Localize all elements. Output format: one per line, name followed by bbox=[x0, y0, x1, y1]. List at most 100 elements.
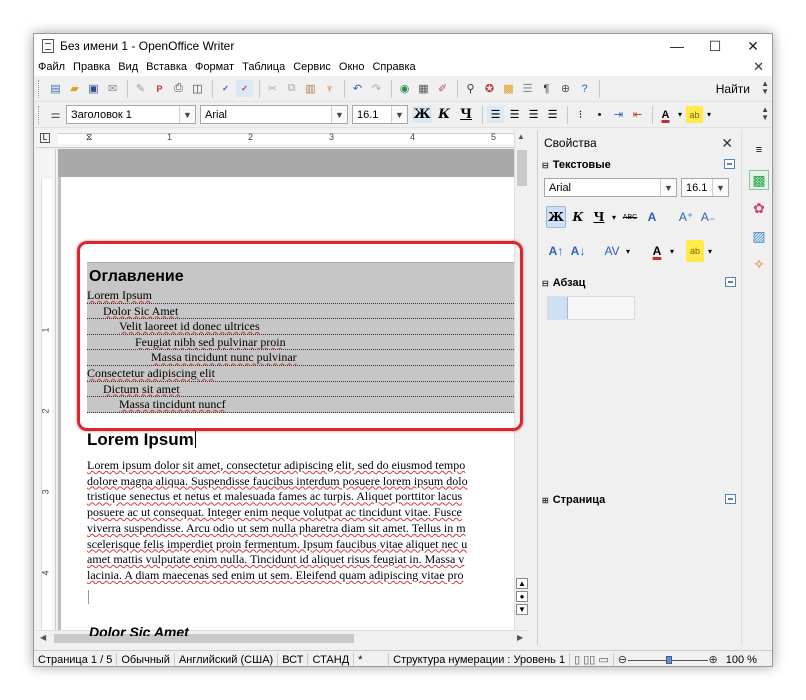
paste-icon[interactable]: ▥ bbox=[302, 80, 319, 97]
decrease-indent-icon[interactable]: ⇤ bbox=[629, 106, 646, 123]
grow-font-icon[interactable]: A↑ bbox=[546, 240, 566, 262]
selection-mode[interactable]: СТАНД bbox=[308, 652, 355, 666]
table-icon[interactable]: ▦ bbox=[415, 80, 432, 97]
bullets-icon[interactable]: • bbox=[591, 106, 608, 123]
paragraph-panel-header[interactable]: ⊟ Абзац bbox=[538, 274, 742, 292]
bold-button[interactable]: Ж bbox=[412, 106, 432, 123]
subscript-icon[interactable]: A₋ bbox=[698, 206, 718, 228]
insert-mode[interactable]: ВСТ bbox=[278, 652, 309, 666]
spellcheck-icon[interactable]: ✓ bbox=[217, 80, 234, 97]
vertical-ruler[interactable]: 1 2 3 4 bbox=[36, 149, 56, 630]
spacing-dropdown-icon[interactable]: ▾ bbox=[624, 240, 632, 262]
chevron-down-icon[interactable]: ▼ bbox=[179, 106, 195, 123]
styles-icon[interactable]: ⚌ bbox=[47, 106, 64, 123]
sidebar-menu-icon[interactable]: ≡ bbox=[749, 140, 769, 160]
vertical-scrollbar[interactable]: ▲ ▲ ● ▼ bbox=[514, 130, 529, 630]
toc-entry[interactable]: Massa tincidunt nunc pulvinar bbox=[87, 350, 514, 366]
close-icon[interactable]: ✕ bbox=[721, 135, 733, 152]
scroll-thumb[interactable] bbox=[517, 150, 527, 186]
toolbar-overflow-icon[interactable]: ▲ ▼ bbox=[761, 80, 769, 96]
page-count[interactable]: Страница 1 / 5 bbox=[34, 652, 118, 666]
chevron-down-icon[interactable]: ▼ bbox=[712, 179, 728, 196]
more-options-icon[interactable] bbox=[724, 159, 735, 169]
heading-2[interactable]: Dolor Sic Amet bbox=[89, 624, 189, 636]
properties-deck-icon[interactable]: ▩ bbox=[749, 170, 769, 190]
menu-format[interactable]: Формат bbox=[195, 61, 234, 73]
page-style[interactable]: Обычный bbox=[117, 652, 175, 666]
autospellcheck-icon[interactable]: ✓ bbox=[236, 80, 253, 97]
clone-format-icon[interactable]: ♆ bbox=[321, 80, 338, 97]
text-panel-header[interactable]: ⊟ Текстовые bbox=[538, 156, 741, 174]
body-paragraph[interactable]: Lorem ipsum dolor sit amet, consectetur … bbox=[87, 458, 515, 584]
scroll-up-icon[interactable]: ▲ bbox=[517, 132, 525, 141]
zoom-icon[interactable]: ⊕ bbox=[557, 80, 574, 97]
toc-entry[interactable]: Consectetur adipiscing elit bbox=[87, 365, 514, 382]
nonprinting-chars-icon[interactable]: ¶ bbox=[538, 80, 555, 97]
italic-button[interactable]: К bbox=[434, 106, 454, 123]
close-document-icon[interactable]: ✕ bbox=[753, 59, 764, 75]
increase-indent-icon[interactable]: ⇥ bbox=[610, 106, 627, 123]
save-icon[interactable]: ▣ bbox=[85, 80, 102, 97]
table-of-contents[interactable]: Оглавление Lorem Ipsum Dolor Sic Amet Veli… bbox=[87, 251, 514, 413]
menu-table[interactable]: Таблица bbox=[242, 61, 285, 73]
zoom-slider[interactable]: ⊖ ⊕ bbox=[618, 653, 718, 667]
cut-icon[interactable]: ✂ bbox=[264, 80, 281, 97]
align-right-icon[interactable]: ☰ bbox=[525, 106, 542, 123]
shrink-font-icon[interactable]: A↓ bbox=[568, 240, 588, 262]
copy-icon[interactable]: ⧉ bbox=[283, 80, 300, 97]
draw-functions-icon[interactable]: ✐ bbox=[434, 80, 451, 97]
scroll-right-icon[interactable]: ▶ bbox=[517, 633, 523, 642]
toc-entry[interactable]: Feugiat nibh sed pulvinar proin bbox=[87, 334, 514, 351]
numbering-icon[interactable]: ⁝ bbox=[572, 106, 589, 123]
scroll-left-icon[interactable]: ◀ bbox=[40, 633, 46, 642]
gallery-deck-icon[interactable]: ▨ bbox=[749, 226, 769, 246]
shadow-icon[interactable]: A bbox=[642, 206, 662, 228]
highlight-dropdown-icon[interactable]: ▾ bbox=[705, 106, 713, 123]
sidebar-font-name-combo[interactable]: Arial ▼ bbox=[544, 178, 677, 197]
close-button[interactable]: ✕ bbox=[734, 34, 772, 58]
pdf-icon[interactable]: P bbox=[151, 80, 168, 97]
highlight-icon[interactable]: ab bbox=[686, 240, 704, 262]
menu-insert[interactable]: Вставка bbox=[146, 61, 187, 73]
font-name-combo[interactable]: Arial ▼ bbox=[200, 105, 348, 124]
sidebar-bold-button[interactable]: Ж bbox=[546, 206, 566, 228]
find-label[interactable]: Найти bbox=[716, 82, 750, 96]
new-icon[interactable]: ▤ bbox=[47, 80, 64, 97]
highlight-dropdown-icon[interactable]: ▾ bbox=[706, 240, 714, 262]
sidebar-font-size-combo[interactable]: 16.1 ▼ bbox=[681, 178, 729, 197]
collapse-icon[interactable]: ⊟ bbox=[542, 279, 549, 288]
menu-file[interactable]: Файл bbox=[38, 61, 65, 73]
modified-indicator[interactable]: * bbox=[354, 652, 390, 666]
font-size-combo[interactable]: 16.1 ▼ bbox=[352, 105, 408, 124]
zoom-knob[interactable] bbox=[665, 655, 672, 664]
toc-entry[interactable]: Lorem Ipsum bbox=[87, 288, 514, 304]
navigator2-icon[interactable]: ✪ bbox=[481, 80, 498, 97]
indent-marker-icon[interactable]: ⧖ bbox=[86, 132, 92, 143]
minimize-button[interactable]: — bbox=[658, 34, 696, 58]
superscript-icon[interactable]: A⁺ bbox=[676, 206, 696, 228]
next-object-icon[interactable]: ▼ bbox=[516, 604, 528, 615]
chevron-down-icon[interactable]: ▼ bbox=[331, 106, 347, 123]
horizontal-ruler[interactable]: L ⧖ 1 2 3 4 5 bbox=[36, 130, 514, 148]
underline-button[interactable]: Ч bbox=[456, 106, 476, 123]
edit-file-icon[interactable]: ✎ bbox=[132, 80, 149, 97]
menu-tools[interactable]: Сервис bbox=[293, 61, 331, 73]
print-icon[interactable]: ⎙ bbox=[170, 80, 187, 97]
char-spacing-icon[interactable]: AV bbox=[602, 240, 622, 262]
email-icon[interactable]: ✉ bbox=[104, 80, 121, 97]
tab-type-icon[interactable]: L bbox=[40, 133, 50, 143]
underline-dropdown-icon[interactable]: ▾ bbox=[610, 206, 618, 228]
maximize-button[interactable]: ☐ bbox=[696, 34, 734, 58]
paragraph-style-selected[interactable] bbox=[548, 297, 568, 319]
page-panel-header[interactable]: ⊞ Страница bbox=[538, 491, 742, 509]
zoom-level[interactable]: 100 % bbox=[722, 653, 761, 667]
menu-view[interactable]: Вид bbox=[118, 61, 138, 73]
sidebar-splitter[interactable] bbox=[529, 130, 537, 645]
expand-icon[interactable]: ⊞ bbox=[542, 496, 549, 505]
sidebar-underline-button[interactable]: Ч bbox=[590, 206, 608, 228]
undo-icon[interactable]: ↶ bbox=[349, 80, 366, 97]
navigator-icon[interactable]: ◉ bbox=[396, 80, 413, 97]
find-replace-icon[interactable]: ⚲ bbox=[462, 80, 479, 97]
styles-deck-icon[interactable]: ✿ bbox=[749, 198, 769, 218]
toolbar-overflow-icon[interactable]: ▲ ▼ bbox=[761, 106, 769, 122]
